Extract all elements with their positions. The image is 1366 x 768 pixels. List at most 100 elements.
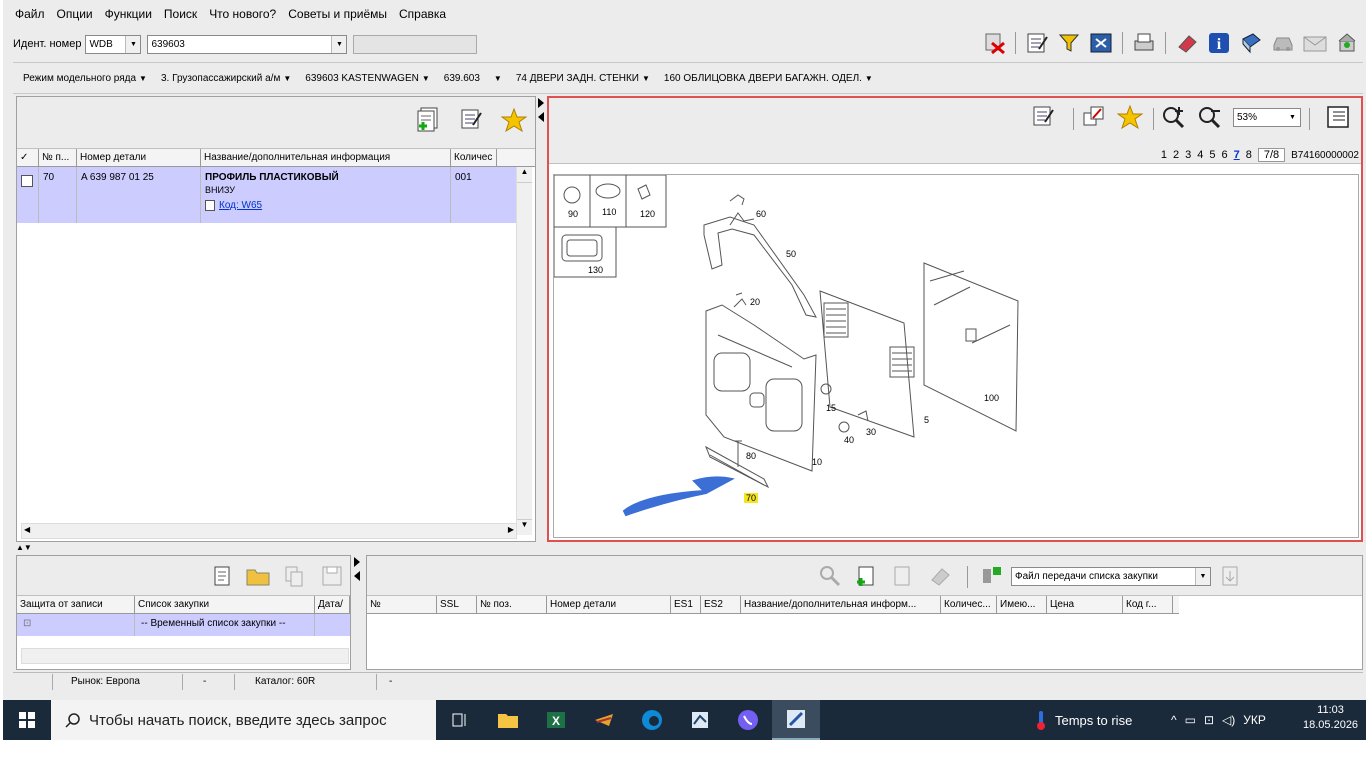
car-icon[interactable]	[1270, 30, 1296, 56]
callout-120[interactable]: 120	[640, 209, 655, 219]
ident-prefix-select[interactable]: WDB ▼	[85, 34, 142, 54]
col-pos[interactable]: № поз.	[477, 596, 547, 613]
col-availability[interactable]: Имею...	[997, 596, 1047, 613]
col-code[interactable]: Код г...	[1123, 596, 1173, 613]
edit-list-icon[interactable]	[1024, 30, 1050, 56]
ident-number-input[interactable]: 639603 ▼	[147, 34, 348, 54]
menu-tips[interactable]: Советы и приёмы	[286, 7, 389, 21]
epc-app-icon[interactable]	[772, 700, 820, 740]
list-item[interactable]: ⊡ -- Временный список закупки --	[17, 614, 350, 636]
page-link-8[interactable]: 8	[1246, 149, 1252, 161]
print-icon[interactable]	[1131, 30, 1157, 56]
edge-icon[interactable]	[628, 700, 676, 740]
page-link-4[interactable]: 4	[1197, 149, 1203, 161]
page-link-3[interactable]: 3	[1185, 149, 1191, 161]
parts-hscrollbar[interactable]: ◀ ▶	[21, 523, 517, 539]
callout-100[interactable]: 100	[984, 393, 999, 403]
parts-scrollbar[interactable]: ▲ ▼	[516, 167, 532, 535]
col-qty[interactable]: Количес...	[941, 596, 997, 613]
bottom-splitter[interactable]: ▲▼	[16, 543, 1363, 555]
eraser-icon[interactable]	[927, 563, 953, 589]
breadcrumb-item-mode[interactable]: Режим модельного ряда ▼	[23, 73, 147, 84]
update-icon[interactable]	[1334, 30, 1360, 56]
mail-icon[interactable]	[1302, 30, 1328, 56]
add-document-icon[interactable]	[853, 563, 879, 589]
callout-70-highlighted[interactable]: 70	[744, 493, 759, 503]
clock[interactable]: 11:03 18.05.2026	[1303, 703, 1358, 733]
zoom-select[interactable]: 53% ▼	[1233, 108, 1301, 127]
scroll-right-icon[interactable]: ▶	[508, 525, 514, 534]
callout-20[interactable]: 20	[750, 297, 760, 307]
page-link-2[interactable]: 2	[1173, 149, 1179, 161]
purchase-lists-hscrollbar[interactable]	[21, 648, 349, 664]
star-icon[interactable]	[1117, 104, 1143, 130]
scroll-left-icon[interactable]: ◀	[24, 525, 30, 534]
info-icon[interactable]: i	[1206, 30, 1232, 56]
transfer-icon[interactable]	[979, 563, 1005, 589]
menu-help[interactable]: Справка	[397, 7, 448, 21]
col-qty[interactable]: Количес	[451, 149, 497, 166]
viber-icon[interactable]	[724, 700, 772, 740]
app-icon[interactable]	[580, 700, 628, 740]
filter-icon[interactable]	[1056, 30, 1082, 56]
zoom-in-icon[interactable]	[1161, 104, 1187, 130]
col-part-number[interactable]: Номер детали	[547, 596, 671, 613]
eraser-icon[interactable]	[1174, 30, 1200, 56]
callout-40[interactable]: 40	[844, 435, 854, 445]
page-link-5[interactable]: 5	[1209, 149, 1215, 161]
col-protect[interactable]: Защита от записи	[17, 596, 135, 613]
start-button[interactable]	[3, 700, 51, 740]
callout-50[interactable]: 50	[786, 249, 796, 259]
remove-icon[interactable]	[981, 30, 1007, 56]
breadcrumb-item-group[interactable]: 74 ДВЕРИ ЗАДН. СТЕНКИ ▼	[516, 73, 650, 84]
callout-110[interactable]: 110	[602, 207, 616, 217]
callout-5[interactable]: 5	[924, 415, 929, 425]
callout-80[interactable]: 80	[746, 451, 756, 461]
code-link[interactable]: Код: W65	[219, 200, 262, 211]
col-part-number[interactable]: Номер детали	[77, 149, 201, 166]
file-explorer-icon[interactable]	[484, 700, 532, 740]
callout-30[interactable]: 30	[866, 427, 876, 437]
add-to-list-icon[interactable]	[415, 107, 441, 133]
pane-splitter[interactable]	[537, 96, 547, 542]
col-date[interactable]: Дата/	[315, 596, 350, 613]
new-list-icon[interactable]	[209, 563, 235, 589]
edit-document-icon[interactable]	[889, 563, 915, 589]
callout-60[interactable]: 60	[756, 209, 766, 219]
zoom-out-icon[interactable]	[1197, 104, 1223, 130]
menu-search[interactable]: Поиск	[162, 7, 199, 21]
app-icon[interactable]	[676, 700, 724, 740]
col-name[interactable]: Название/дополнительная информация	[201, 149, 451, 166]
copy-icon[interactable]	[281, 563, 307, 589]
breadcrumb-item-subgroup[interactable]: 160 ОБЛИЦОВКА ДВЕРИ БАГАЖН. ОДЕЛ. ▼	[664, 73, 873, 84]
breadcrumb-item-model[interactable]: 639603 KASTENWAGEN ▼	[305, 73, 430, 84]
menu-options[interactable]: Опции	[55, 7, 95, 21]
col-price[interactable]: Цена	[1047, 596, 1123, 613]
scroll-down-icon[interactable]: ▼	[517, 519, 532, 535]
taskbar-search[interactable]: Чтобы начать поиск, введите здесь запрос	[51, 700, 436, 740]
page-link-current[interactable]: 7	[1234, 149, 1240, 161]
col-es1[interactable]: ES1	[671, 596, 701, 613]
weather-widget[interactable]: Temps to rise	[1035, 700, 1132, 740]
menu-file[interactable]: Файл	[13, 7, 47, 21]
menu-functions[interactable]: Функции	[103, 7, 154, 21]
book-icon[interactable]	[1238, 30, 1264, 56]
col-ssl[interactable]: SSL	[437, 596, 477, 613]
callout-130[interactable]: 130	[588, 265, 603, 275]
page-link-6[interactable]: 6	[1221, 149, 1227, 161]
excel-icon[interactable]: X	[532, 700, 580, 740]
open-folder-icon[interactable]	[245, 563, 271, 589]
edit-list-icon[interactable]	[1031, 104, 1057, 130]
exploded-diagram[interactable]: 90 110 120 130 60 50 20 15 40 30 5 100 8…	[553, 174, 1359, 538]
callout-90[interactable]: 90	[568, 209, 578, 219]
col-es2[interactable]: ES2	[701, 596, 741, 613]
col-no[interactable]: №	[367, 596, 437, 613]
breadcrumb-item-class[interactable]: 3. Грузопассажирский а/м ▼	[161, 73, 291, 84]
expand-icon[interactable]	[1081, 104, 1107, 130]
battery-icon[interactable]: ▭	[1185, 713, 1196, 727]
table-row[interactable]: 70 A 639 987 01 25 ПРОФИЛЬ ПЛАСТИКОВЫЙ В…	[17, 167, 518, 223]
view-icon[interactable]	[1088, 30, 1114, 56]
star-icon[interactable]	[501, 107, 527, 133]
edit-list-icon[interactable]	[459, 107, 485, 133]
task-view-icon[interactable]	[436, 700, 484, 740]
